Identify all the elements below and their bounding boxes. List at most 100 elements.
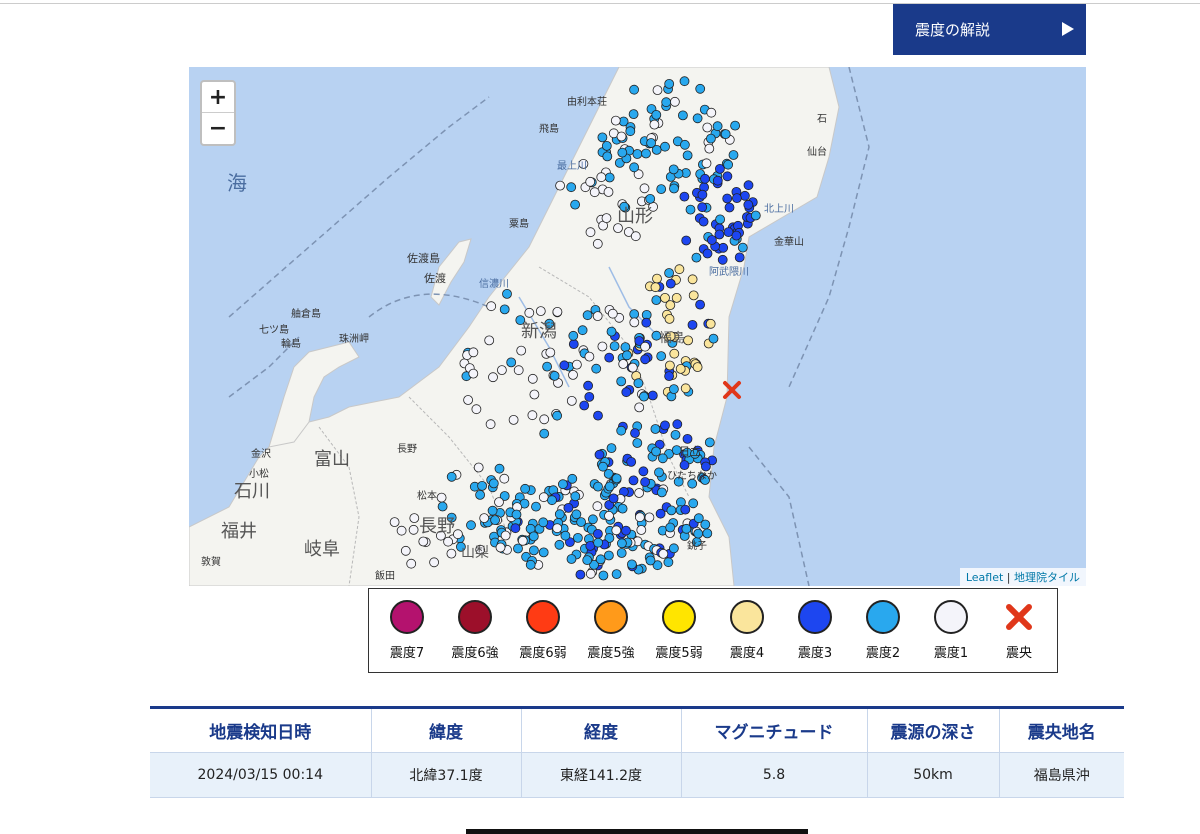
map-label-kitakami: 北上川 [764, 203, 794, 215]
legend-label: 震度2 [865, 646, 901, 661]
station-dot [708, 333, 719, 344]
zoom-in-button[interactable]: + [202, 82, 234, 113]
station-dot [524, 307, 535, 318]
station-dot [668, 384, 679, 395]
station-dot [542, 361, 553, 372]
station-dot [479, 513, 490, 524]
station-dot [685, 204, 696, 215]
station-dot [712, 121, 723, 132]
cell-detection-time: 2024/03/15 00:14 [150, 752, 371, 798]
station-dot [734, 252, 745, 263]
station-dot [611, 525, 622, 536]
map-label-hitachi: 日立 [679, 444, 701, 458]
station-dot [437, 501, 448, 512]
table-header-row: 地震検知日時 緯度 経度 マグニチュード 震源の深さ 震央地名 [150, 706, 1124, 753]
map-canvas: 海 山形 新潟 佐渡島 佐渡 粟島 飛島 由利本荘 最上川 信濃川 福島 日立 … [189, 67, 870, 586]
map-label-mogamigawa: 最上川 [557, 160, 587, 172]
map-label-fukushima: 福島 [659, 331, 685, 346]
station-dot [535, 306, 546, 317]
station-dot [604, 172, 615, 183]
station-dot [486, 301, 497, 312]
station-dot [539, 428, 550, 439]
station-dot [584, 351, 595, 362]
station-dot [664, 313, 675, 324]
station-dot [506, 357, 517, 368]
station-dot [706, 133, 716, 144]
station-dot [724, 202, 735, 213]
intensity-explanation-button[interactable]: 震度の解説 [893, 4, 1086, 55]
station-dot [595, 554, 606, 565]
leaflet-link[interactable]: Leaflet [966, 571, 1003, 584]
station-dot [611, 473, 622, 484]
station-dot [625, 126, 636, 137]
station-dot [702, 248, 713, 259]
station-dot [593, 481, 603, 492]
station-dot [629, 162, 640, 173]
map-label-awashima: 粟島 [509, 217, 529, 230]
station-dot [730, 120, 740, 131]
station-dot [538, 517, 549, 528]
station-dot [638, 391, 649, 402]
station-dot [661, 97, 672, 108]
station-dot [511, 509, 522, 520]
station-dot [656, 184, 667, 194]
cell-depth: 50km [866, 752, 999, 798]
legend-item: 震度4 [713, 600, 781, 661]
station-dot [566, 554, 577, 564]
station-dot [592, 311, 603, 322]
station-dot [591, 363, 602, 374]
station-dot [660, 420, 670, 431]
station-dot [484, 335, 495, 346]
zoom-out-button[interactable]: − [202, 113, 234, 144]
station-dot [592, 528, 603, 539]
station-dot [750, 210, 761, 221]
station-dot [698, 216, 709, 227]
station-dot [621, 387, 632, 398]
gsi-tiles-link[interactable]: 地理院タイル [1014, 571, 1080, 584]
station-dot [525, 559, 536, 570]
station-dot [645, 555, 656, 566]
station-dot [468, 347, 479, 358]
station-dot [705, 318, 716, 329]
station-dot [496, 365, 507, 376]
station-dot [669, 183, 679, 194]
station-dot [687, 319, 698, 330]
station-dot [634, 402, 645, 413]
station-dot [585, 568, 596, 579]
station-dot [568, 369, 578, 380]
intensity-circle-icon [458, 600, 492, 634]
station-dot [516, 345, 527, 356]
station-dot [681, 235, 692, 246]
station-dot [707, 235, 717, 245]
station-dot [715, 164, 725, 174]
map-label-kanazawa: 金沢 [251, 447, 271, 460]
station-dot [585, 176, 596, 187]
station-dot [668, 543, 679, 554]
station-dot [665, 278, 676, 289]
map-label-hitachinaka: ひたちなか [667, 470, 717, 482]
intensity-circle-icon [594, 600, 628, 634]
station-dot [657, 453, 668, 464]
legend-label: 震度5弱 [655, 646, 703, 661]
station-dot [697, 189, 708, 200]
station-dot [490, 515, 501, 526]
legend-label: 震度6強 [451, 646, 499, 661]
station-dot [737, 242, 748, 253]
station-dot [723, 159, 733, 170]
station-dot [680, 383, 691, 394]
station-dot [545, 347, 556, 358]
station-dot [499, 473, 510, 484]
map-label-niigata: 新潟 [521, 321, 557, 342]
station-dot [567, 473, 578, 484]
station-dot [718, 242, 729, 253]
station-dot [722, 193, 733, 204]
earthquake-map[interactable]: 海 山形 新潟 佐渡島 佐渡 粟島 飛島 由利本荘 最上川 信濃川 福島 日立 … [189, 67, 1086, 586]
cell-latitude: 北緯37.1度 [370, 752, 521, 798]
station-dot [720, 129, 731, 139]
station-dot [677, 110, 688, 121]
station-dot [636, 525, 647, 535]
station-dot [640, 341, 651, 352]
station-dot [691, 252, 702, 263]
station-dot [629, 317, 640, 328]
station-dot [628, 475, 639, 486]
